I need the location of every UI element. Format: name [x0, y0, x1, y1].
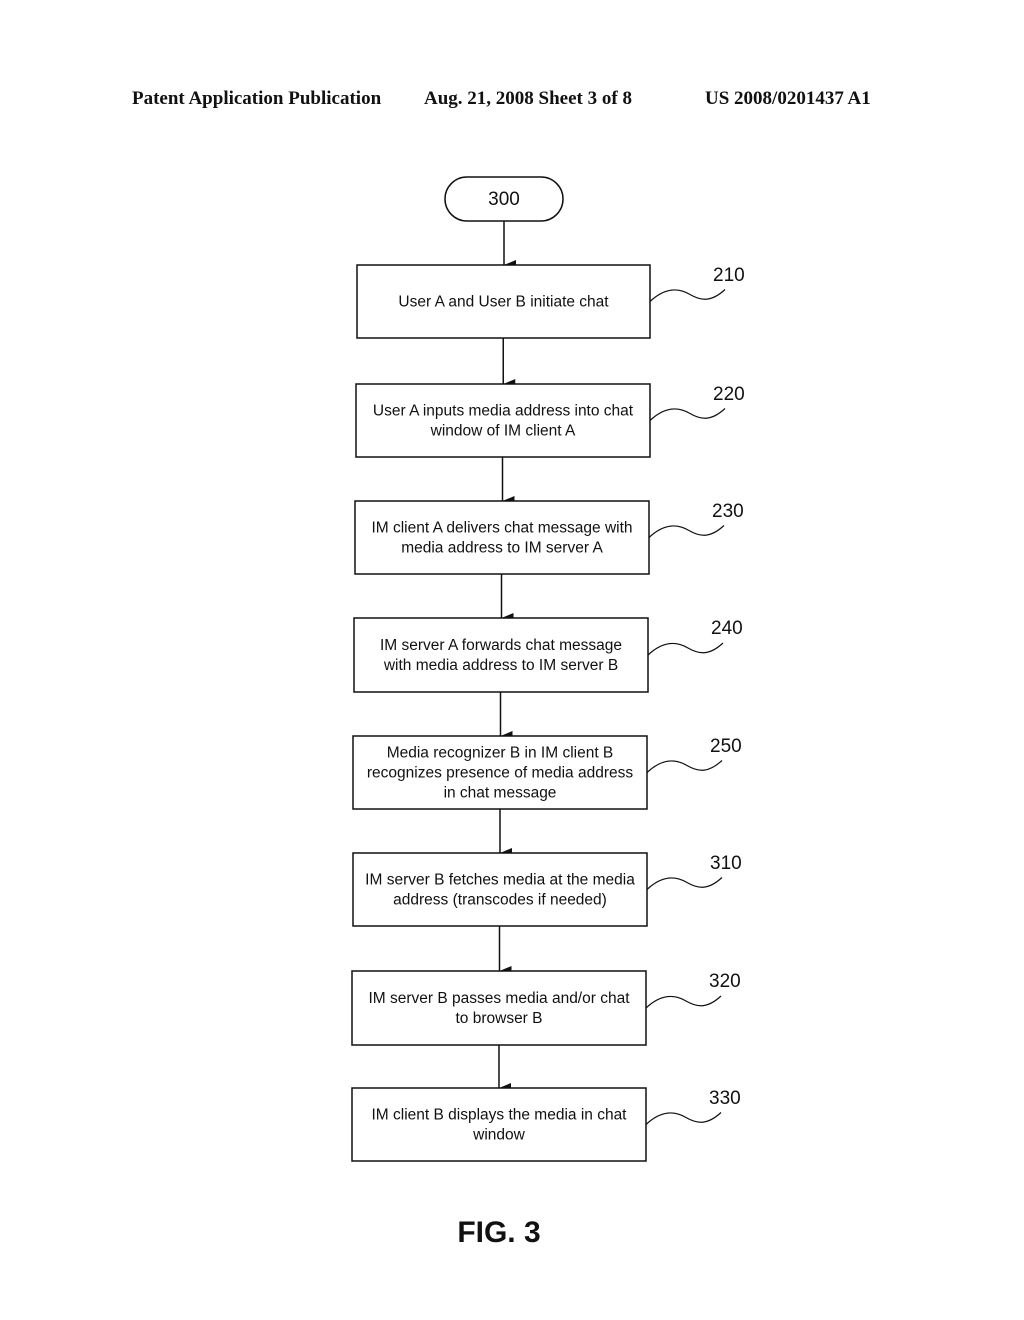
leader-line — [647, 642, 724, 656]
leader-line — [646, 877, 723, 890]
process-step-210: User A and User B initiate chat 210 — [356, 264, 745, 339]
process-step-230: IM client A delivers chat message with me… — [354, 500, 744, 575]
reference-numeral: 230 — [712, 501, 744, 522]
reference-numeral: 240 — [711, 618, 743, 639]
process-box — [351, 1087, 647, 1162]
figure-label: FIG. 3 — [457, 1216, 540, 1249]
leader-line — [649, 289, 726, 302]
reference-numeral: 310 — [710, 853, 742, 874]
leader-line — [648, 525, 725, 538]
process-box — [352, 852, 648, 927]
reference-numeral: 320 — [709, 971, 741, 992]
step-text-line: IM server B passes media and/or chat — [368, 990, 630, 1007]
reference-numeral: 220 — [713, 384, 745, 405]
start-terminal: 300 — [444, 176, 564, 222]
step-text-line: recognizes presence of media address — [367, 765, 633, 782]
process-box — [351, 970, 647, 1046]
leader-line — [645, 995, 722, 1009]
leader-line — [645, 1112, 722, 1125]
process-box — [354, 500, 650, 575]
step-text-line: to browser B — [455, 1010, 542, 1027]
process-step-320: IM server B passes media and/or chat to b… — [351, 970, 741, 1046]
reference-numeral: 210 — [713, 265, 745, 286]
step-text-line: User A inputs media address into chat — [373, 403, 634, 420]
process-step-310: IM server B fetches media at the media ad… — [352, 852, 742, 927]
step-text-line: address (transcodes if needed) — [393, 892, 607, 909]
step-text-line: Media recognizer B in IM client B — [387, 745, 614, 762]
flowchart: 300 User A and User B initiate chat210Us… — [351, 176, 745, 1249]
step-text-line: in chat message — [444, 785, 557, 802]
step-text-line: IM client A delivers chat message with — [371, 520, 632, 537]
process-step-240: IM server A forwards chat message with me… — [353, 617, 743, 693]
start-label: 300 — [488, 189, 520, 210]
process-box — [353, 617, 649, 693]
process-step-330: IM client B displays the media in chat wi… — [351, 1087, 741, 1162]
reference-numeral: 250 — [710, 736, 742, 757]
step-text-line: media address to IM server A — [401, 540, 603, 557]
process-box — [355, 383, 651, 458]
step-text-line: IM server A forwards chat message — [380, 637, 622, 654]
step-text-line: with media address to IM server B — [383, 657, 618, 674]
process-step-220: User A inputs media address into chat win… — [355, 383, 745, 458]
leader-line — [646, 760, 723, 773]
step-text-line: window — [472, 1127, 525, 1144]
reference-numeral: 330 — [709, 1088, 741, 1109]
process-step-250: Media recognizer B in IM client B recogni… — [352, 735, 742, 810]
leader-line — [649, 408, 726, 421]
step-text-line: window of IM client A — [430, 423, 576, 440]
step-text-line: User A and User B initiate chat — [398, 294, 609, 311]
step-text-line: IM server B fetches media at the media — [365, 872, 635, 889]
step-text-line: IM client B displays the media in chat — [371, 1107, 627, 1124]
